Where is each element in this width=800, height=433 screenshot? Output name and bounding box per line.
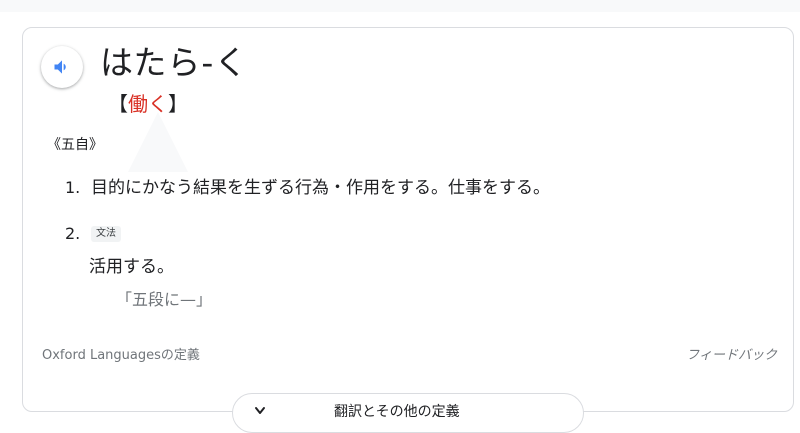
- feedback-link[interactable]: フィードバック: [686, 346, 777, 366]
- part-of-speech: 《五自》: [47, 137, 103, 153]
- sense-2: 2. 文法: [65, 222, 121, 246]
- grammar-tag: 文法: [91, 226, 121, 242]
- headword: はたら-く: [100, 43, 249, 82]
- source-attribution[interactable]: Oxford Languagesの定義: [42, 346, 200, 366]
- kanji-form: 【働く】: [108, 91, 188, 117]
- chevron-down-icon: [255, 407, 265, 414]
- more-definitions-label: 翻訳とその他の定義: [334, 404, 460, 420]
- usage-example: 「五段に—」: [116, 290, 213, 309]
- kanji-bracket-open: 【: [108, 92, 128, 116]
- sense-definition: 目的にかなう結果を生ずる行為・作用をする。仕事をする。: [91, 178, 550, 198]
- speaker-icon: [54, 60, 66, 74]
- kanji-word: 働く: [128, 92, 168, 116]
- pronunciation-button[interactable]: [41, 46, 83, 88]
- kanji-bracket-close: 】: [168, 92, 188, 116]
- sense-number: 1.: [65, 178, 81, 197]
- sense-number: 2.: [65, 224, 81, 243]
- top-strip: [0, 0, 800, 12]
- sense-definition: 活用する。: [89, 257, 174, 277]
- sense-1: 1. 目的にかなう結果を生ずる行為・作用をする。仕事をする。: [65, 176, 550, 200]
